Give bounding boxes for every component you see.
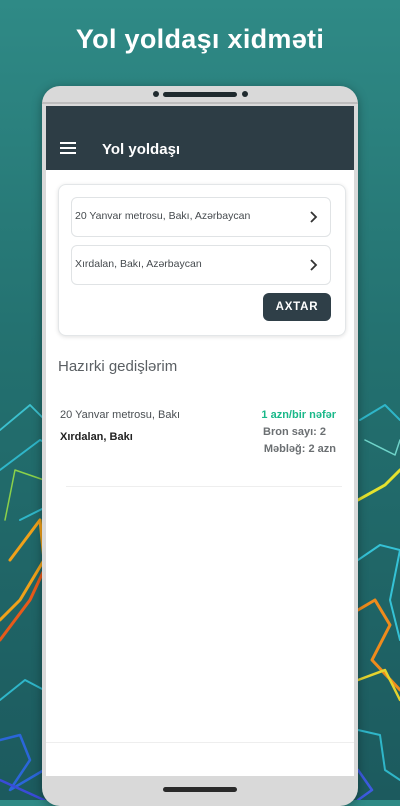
trip-list-item[interactable]: 20 Yanvar metrosu, Bakı Xırdalan, Bakı 1… [58,406,344,484]
phone-speaker [163,92,237,97]
promo-headline: Yol yoldaşı xidməti [75,24,325,54]
chevron-right-icon [310,259,318,271]
route-search-card: 20 Yanvar metrosu, Bakı, Azərbaycan Xırd… [58,184,346,336]
phone-sensor-right [242,91,248,97]
hamburger-menu-icon[interactable] [60,142,76,154]
trip-booking-count: Bron sayı: 2 [263,426,326,438]
list-divider [66,486,342,487]
chevron-right-icon [310,211,318,223]
trip-destination: Xırdalan, Bakı [60,431,133,443]
phone-sensor-left [153,91,159,97]
trip-price: 1 azn/bir nəfər [261,409,336,421]
current-trips-title: Hazırki gedişlərim [58,358,178,375]
bottom-divider [46,742,354,743]
origin-field[interactable]: 20 Yanvar metrosu, Bakı, Azərbaycan [71,197,331,237]
search-button[interactable]: AXTAR [263,293,331,321]
app-title: Yol yoldaşı [102,141,181,158]
phone-bezel-line [42,102,358,104]
app-bar: Yol yoldaşı [46,106,354,170]
origin-text: 20 Yanvar metrosu, Bakı, Azərbaycan [75,210,251,222]
destination-field[interactable]: Xırdalan, Bakı, Azərbaycan [71,245,331,285]
trip-amount: Məbləğ: 2 azn [263,443,336,455]
destination-text: Xırdalan, Bakı, Azərbaycan [75,258,202,270]
home-indicator [163,787,237,792]
app-screen: Yol yoldaşı 20 Yanvar metrosu, Bakı, Azə… [46,106,354,776]
phone-frame: Yol yoldaşı 20 Yanvar metrosu, Bakı, Azə… [42,86,358,806]
trip-origin: 20 Yanvar metrosu, Bakı [60,409,181,421]
